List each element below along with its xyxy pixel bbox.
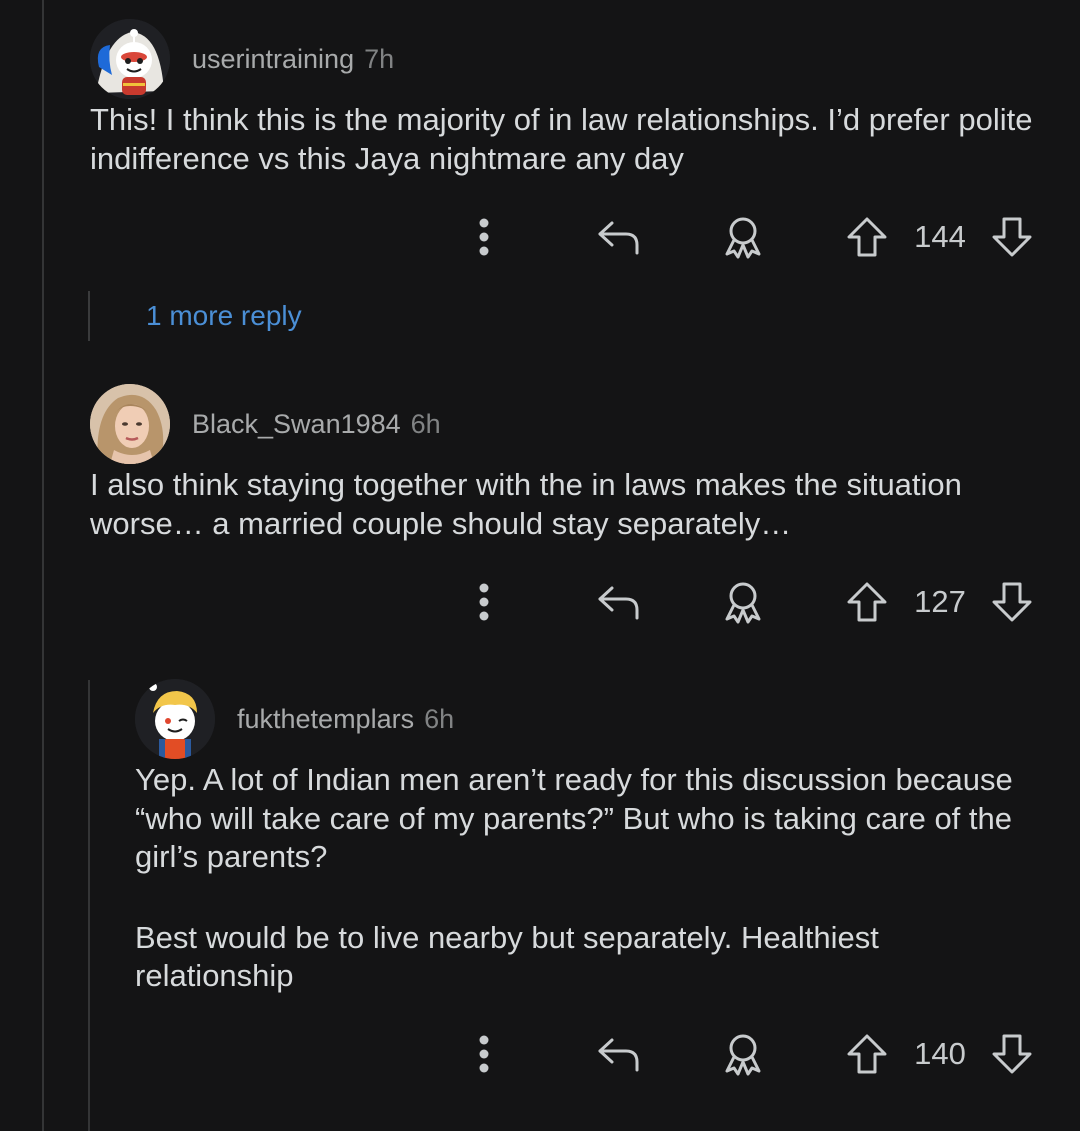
comment-action-bar: 140 [0, 1029, 1080, 1079]
reply-arrow-icon [598, 1038, 639, 1072]
more-replies-link[interactable]: 1 more reply [88, 291, 302, 341]
avatar[interactable] [90, 19, 170, 99]
avatar[interactable] [135, 679, 215, 759]
comment-text: This! I think this is the majority of in… [90, 102, 1033, 176]
award-button[interactable] [718, 1029, 768, 1079]
username[interactable]: userintraining [192, 44, 354, 75]
upvote-arrow-icon [847, 582, 887, 622]
upvote-arrow-icon [847, 1034, 887, 1074]
more-vertical-icon [479, 218, 489, 256]
thread-line-outer [42, 0, 44, 1131]
more-options-button[interactable] [466, 577, 502, 627]
comment-text: Yep. A lot of Indian men aren’t ready fo… [135, 762, 1013, 874]
award-icon [725, 1034, 761, 1076]
more-vertical-icon [479, 583, 489, 621]
username[interactable]: Black_Swan1984 [192, 409, 401, 440]
snoo-avatar-ninja-icon [90, 19, 170, 99]
award-icon [725, 582, 761, 624]
vote-count: 144 [914, 219, 966, 254]
more-options-button[interactable] [466, 1029, 502, 1079]
downvote-button[interactable] [989, 212, 1035, 262]
comment-text: I also think staying together with the i… [90, 467, 962, 541]
comment-action-bar: 127 [0, 577, 1080, 627]
reply-button[interactable] [594, 212, 644, 262]
comment-header: userintraining 7h [90, 19, 394, 99]
reply-arrow-icon [598, 586, 639, 620]
vote-count: 127 [914, 584, 966, 619]
upvote-button[interactable] [844, 1029, 890, 1079]
more-replies-thread-line [88, 291, 90, 341]
downvote-button[interactable] [989, 577, 1035, 627]
more-replies-label[interactable]: 1 more reply [146, 300, 302, 332]
timestamp: 6h [424, 703, 455, 734]
upvote-button[interactable] [844, 212, 890, 262]
more-options-button[interactable] [466, 212, 502, 262]
comment-header: fukthetemplars 6h [135, 679, 454, 759]
avatar[interactable] [90, 384, 170, 464]
comment-body: I also think staying together with the i… [90, 466, 1050, 543]
vote-count: 140 [914, 1036, 966, 1071]
comment-action-bar: 144 [0, 212, 1080, 262]
username[interactable]: fukthetemplars [237, 704, 414, 735]
more-vertical-icon [479, 1035, 489, 1073]
downvote-button[interactable] [989, 1029, 1035, 1079]
upvote-arrow-icon [847, 217, 887, 257]
downvote-arrow-icon [992, 582, 1032, 622]
reply-arrow-icon [598, 221, 639, 255]
timestamp: 6h [410, 408, 441, 439]
downvote-arrow-icon [992, 217, 1032, 257]
award-button[interactable] [718, 577, 768, 627]
timestamp: 7h [364, 43, 395, 74]
upvote-button[interactable] [844, 577, 890, 627]
reply-button[interactable] [594, 1029, 644, 1079]
comment-text: Best would be to live nearby but separat… [135, 919, 879, 994]
comment-header: Black_Swan1984 6h [90, 384, 441, 464]
downvote-arrow-icon [992, 1034, 1032, 1074]
award-icon [725, 217, 761, 259]
reply-button[interactable] [594, 577, 644, 627]
photo-avatar-icon [90, 384, 170, 464]
snoo-avatar-blond-icon [135, 679, 215, 759]
comment-body: This! I think this is the majority of in… [90, 101, 1050, 178]
award-button[interactable] [718, 212, 768, 262]
comment-body: Yep. A lot of Indian men aren’t ready fo… [135, 761, 1045, 996]
